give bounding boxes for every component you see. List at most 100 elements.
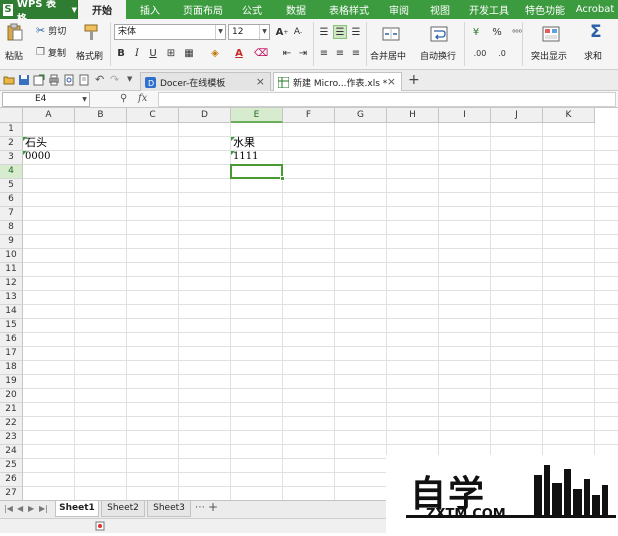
row-header-12[interactable]: 12 — [0, 277, 23, 291]
row-header-3[interactable]: 3 — [0, 151, 23, 165]
tab-formulas[interactable]: 公式 — [232, 0, 272, 19]
doc-tab-docer[interactable]: D Docer-在线模板 × — [140, 72, 271, 91]
column-header-a[interactable]: A — [23, 108, 75, 123]
more-sheets-icon[interactable]: ⋯ — [195, 502, 205, 513]
column-header-f[interactable]: F — [283, 108, 335, 123]
cut-button[interactable]: ✂ 剪切 — [36, 24, 66, 37]
font-grow-icon[interactable]: A + — [275, 25, 289, 39]
row-header-6[interactable]: 6 — [0, 193, 23, 207]
underline-icon[interactable]: U — [146, 46, 160, 60]
row-header-23[interactable]: 23 — [0, 431, 23, 445]
first-sheet-icon[interactable]: |◀ — [4, 504, 13, 513]
indent-increase-icon[interactable]: ⇥ — [296, 46, 310, 60]
macro-record-icon[interactable] — [95, 521, 105, 531]
tab-special[interactable]: 特色功能 — [518, 0, 572, 19]
row-header-10[interactable]: 10 — [0, 249, 23, 263]
cell-e2[interactable]: 水果 — [233, 136, 255, 150]
document-icon[interactable] — [78, 74, 90, 86]
table-style-icon[interactable]: ▦ — [182, 46, 196, 60]
tab-review[interactable]: 审阅 — [378, 0, 420, 19]
align-middle-icon[interactable]: ☰ — [333, 25, 347, 39]
tab-page-layout[interactable]: 页面布局 — [174, 0, 232, 19]
cell-a2[interactable]: 石头 — [25, 136, 47, 150]
align-center-icon[interactable]: ≡ — [333, 46, 347, 60]
paste-button[interactable]: 粘贴 — [2, 21, 28, 65]
row-header-7[interactable]: 7 — [0, 207, 23, 221]
increase-decimal-icon[interactable]: .00 — [471, 46, 489, 60]
row-header-19[interactable]: 19 — [0, 375, 23, 389]
align-bottom-icon[interactable]: ☰ — [349, 25, 363, 39]
row-header-15[interactable]: 15 — [0, 319, 23, 333]
prev-sheet-icon[interactable]: ◀ — [17, 504, 23, 513]
column-header-k[interactable]: K — [543, 108, 595, 123]
column-header-j[interactable]: J — [491, 108, 543, 123]
column-header-e[interactable]: E — [231, 108, 283, 123]
doc-tab-workbook[interactable]: 新建 Micro...作表.xls * × — [273, 72, 402, 91]
column-header-h[interactable]: H — [387, 108, 439, 123]
row-header-18[interactable]: 18 — [0, 361, 23, 375]
tab-acrobat[interactable]: Acrobat — [572, 0, 618, 19]
align-right-icon[interactable]: ≡ — [349, 46, 363, 60]
highlight-button[interactable]: 突出显示 — [528, 21, 574, 65]
sheet-tab-3[interactable]: Sheet3 — [147, 501, 191, 517]
row-header-22[interactable]: 22 — [0, 417, 23, 431]
fill-color-icon[interactable]: ◈ — [208, 46, 222, 60]
row-header-21[interactable]: 21 — [0, 403, 23, 417]
active-cell[interactable] — [230, 164, 283, 179]
app-menu-button[interactable]: S WPS 表格 ▼ — [0, 0, 78, 25]
print-icon[interactable] — [48, 74, 60, 86]
fill-handle[interactable] — [280, 176, 285, 181]
row-header-26[interactable]: 26 — [0, 473, 23, 487]
tab-developer[interactable]: 开发工具 — [460, 0, 518, 19]
chevron-down-icon[interactable]: ▼ — [127, 75, 132, 83]
percent-icon[interactable]: % — [490, 25, 504, 39]
column-header-d[interactable]: D — [179, 108, 231, 123]
save-as-icon[interactable] — [33, 74, 45, 86]
row-header-8[interactable]: 8 — [0, 221, 23, 235]
redo-icon[interactable]: ↷ — [110, 73, 119, 86]
save-icon[interactable] — [18, 74, 30, 86]
zoom-search-icon[interactable]: ⚲ — [120, 93, 127, 104]
align-left-icon[interactable]: ≡ — [317, 46, 331, 60]
close-icon[interactable]: × — [256, 75, 265, 88]
row-header-20[interactable]: 20 — [0, 389, 23, 403]
font-shrink-icon[interactable]: A- — [291, 25, 305, 39]
row-header-2[interactable]: 2 — [0, 137, 23, 151]
borders-icon[interactable]: ⊞ — [164, 46, 178, 60]
open-folder-icon[interactable] — [3, 74, 15, 86]
clear-format-icon[interactable]: ⌫ — [254, 46, 268, 60]
formula-input[interactable] — [158, 92, 616, 107]
add-sheet-icon[interactable]: + — [208, 500, 218, 514]
row-header-16[interactable]: 16 — [0, 333, 23, 347]
row-header-9[interactable]: 9 — [0, 235, 23, 249]
cell-e3[interactable]: 1111 — [233, 150, 258, 164]
align-top-icon[interactable]: ☰ — [317, 25, 331, 39]
bold-icon[interactable]: B — [114, 46, 128, 60]
column-header-g[interactable]: G — [335, 108, 387, 123]
decrease-decimal-icon[interactable]: .0 — [493, 46, 511, 60]
font-name-select[interactable]: 宋体 ▼ — [114, 24, 226, 40]
tab-table-style[interactable]: 表格样式 — [320, 0, 378, 19]
row-header-5[interactable]: 5 — [0, 179, 23, 193]
spreadsheet-grid[interactable]: A B C D E F G H I J K 1 2 3 4 5 6 7 8 9 10 11 12 13 14 15 16 17 18 19… — [0, 108, 618, 500]
next-sheet-icon[interactable]: ▶ — [28, 504, 34, 513]
copy-button[interactable]: ❐ 复制 — [36, 46, 66, 59]
cell-a3[interactable]: 0000 — [25, 150, 50, 164]
row-header-27[interactable]: 27 — [0, 487, 23, 500]
font-color-icon[interactable]: A — [232, 46, 246, 60]
italic-icon[interactable]: I — [130, 46, 144, 60]
select-all-corner[interactable] — [0, 108, 23, 123]
row-header-24[interactable]: 24 — [0, 445, 23, 459]
wrap-text-button[interactable]: 自动换行 — [417, 21, 461, 65]
currency-icon[interactable]: ¥ — [469, 25, 483, 39]
close-icon[interactable]: × — [387, 75, 396, 88]
sheet-tab-2[interactable]: Sheet2 — [101, 501, 145, 517]
name-box[interactable]: E4 ▼ — [2, 92, 90, 107]
row-header-1[interactable]: 1 — [0, 123, 23, 137]
indent-decrease-icon[interactable]: ⇤ — [280, 46, 294, 60]
font-size-select[interactable]: 12 ▼ — [228, 24, 270, 40]
column-header-i[interactable]: I — [439, 108, 491, 123]
column-header-c[interactable]: C — [127, 108, 179, 123]
row-header-17[interactable]: 17 — [0, 347, 23, 361]
last-sheet-icon[interactable]: ▶| — [39, 504, 48, 513]
